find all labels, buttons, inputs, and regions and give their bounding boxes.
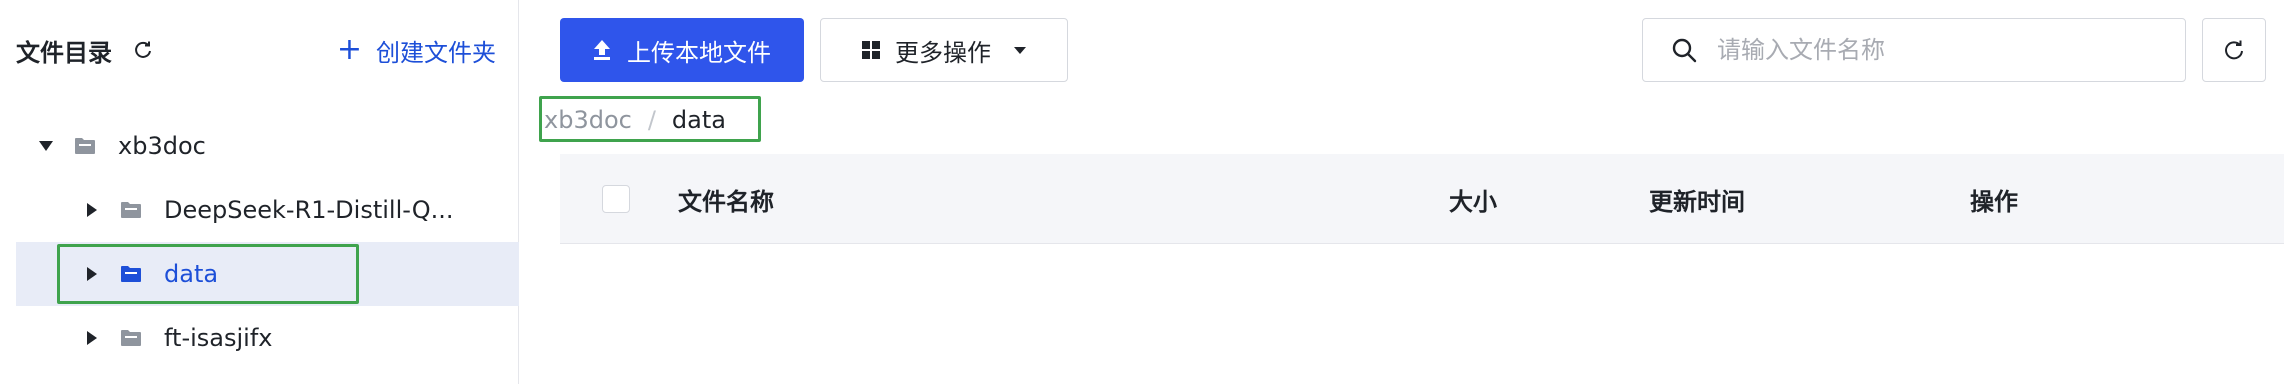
sidebar-title: 文件目录	[16, 38, 112, 67]
folder-tree: xb3doc DeepSeek-R1-Distill-Q... data ft-…	[0, 114, 519, 370]
tree-item-deepseek[interactable]: DeepSeek-R1-Distill-Q...	[0, 178, 519, 242]
create-folder-button[interactable]: + 创建文件夹	[337, 33, 496, 68]
refresh-icon[interactable]	[132, 39, 154, 61]
search-icon	[1672, 38, 1697, 63]
folder-icon	[120, 329, 142, 347]
caret-right-icon[interactable]	[84, 202, 100, 218]
create-folder-label: 创建文件夹	[376, 38, 496, 67]
column-header-size[interactable]: 大小	[1449, 154, 1497, 244]
breadcrumb-separator: /	[647, 106, 656, 134]
file-list-panel: 上传本地文件 更多操作 xb3doc / data 文件名称 大小 更新时间 操…	[519, 0, 2284, 384]
breadcrumb-current: data	[671, 106, 726, 134]
file-directory-sidebar: 文件目录 + 创建文件夹 xb3doc DeepSeek-R1-Distill-…	[0, 0, 519, 384]
tree-item-label: ft-isasjifx	[164, 324, 273, 352]
upload-file-label: 上传本地文件	[627, 38, 771, 67]
tree-item-ft-isasjifx[interactable]: ft-isasjifx	[0, 306, 519, 370]
upload-icon	[594, 40, 610, 60]
column-header-updated-time[interactable]: 更新时间	[1649, 154, 1745, 244]
caret-right-icon[interactable]	[84, 266, 100, 282]
search-input[interactable]	[1717, 36, 2157, 64]
more-actions-button[interactable]: 更多操作	[820, 18, 1068, 82]
breadcrumb: xb3doc / data	[540, 98, 726, 142]
tree-item-xb3doc[interactable]: xb3doc	[0, 114, 519, 178]
column-header-actions: 操作	[1970, 187, 2018, 216]
refresh-icon	[2225, 40, 2243, 60]
plus-icon: +	[336, 32, 362, 67]
more-actions-label: 更多操作	[895, 38, 991, 67]
upload-file-button[interactable]: 上传本地文件	[560, 18, 804, 82]
caret-down-icon[interactable]	[38, 138, 54, 154]
file-search-box[interactable]	[1642, 18, 2186, 82]
sidebar-header: 文件目录 + 创建文件夹	[16, 30, 496, 70]
folder-icon	[120, 201, 142, 219]
tree-item-label: DeepSeek-R1-Distill-Q...	[164, 196, 454, 224]
folder-icon	[74, 137, 96, 155]
tree-item-label: data	[164, 260, 219, 288]
folder-icon	[120, 265, 142, 283]
breadcrumb-root[interactable]: xb3doc	[544, 106, 632, 134]
tree-item-label: xb3doc	[118, 132, 206, 160]
column-header-filename[interactable]: 文件名称	[678, 154, 774, 244]
tree-item-data[interactable]: data	[16, 242, 519, 306]
refresh-button[interactable]	[2202, 18, 2266, 82]
caret-right-icon[interactable]	[84, 330, 100, 346]
table-header: 文件名称 大小 更新时间 操作	[560, 154, 2284, 244]
grid-icon	[862, 41, 880, 59]
dropdown-arrow-icon	[1014, 46, 1026, 54]
select-all-checkbox[interactable]	[602, 185, 630, 213]
